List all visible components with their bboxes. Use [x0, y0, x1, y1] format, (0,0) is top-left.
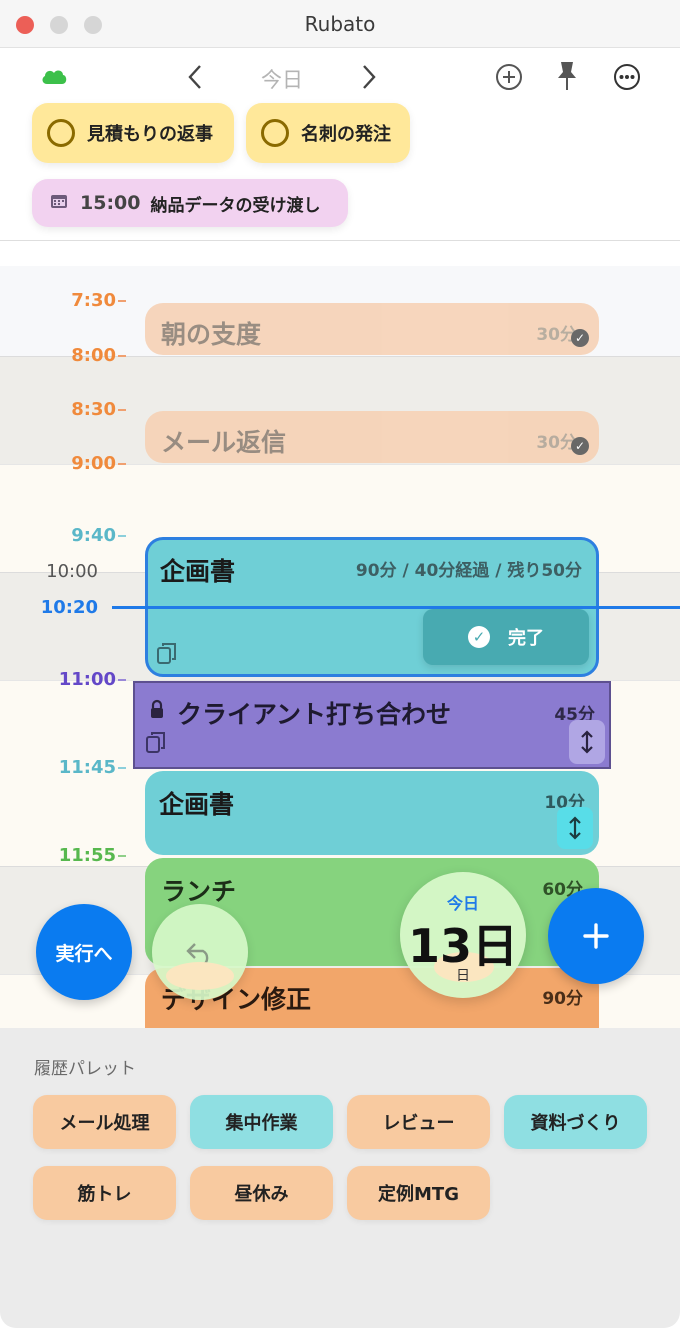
event-breakfast[interactable]: 朝の支度 30分 ✓ — [145, 303, 599, 355]
time-label: 7:30 — [71, 290, 116, 311]
completed-check-icon: ✓ — [571, 329, 589, 347]
event-title: 企画書 — [159, 790, 235, 819]
todo-chip[interactable]: 見積もりの返事 — [32, 103, 234, 163]
time-tick — [118, 855, 126, 857]
undo-button[interactable] — [152, 904, 248, 1000]
palette-item[interactable]: 資料づくり — [504, 1095, 647, 1149]
time-label: 9:40 — [71, 525, 116, 546]
palette-item[interactable]: メール処理 — [33, 1095, 176, 1149]
glow — [166, 962, 234, 990]
add-event-button[interactable] — [548, 888, 644, 984]
copy-icon[interactable] — [145, 731, 167, 759]
time-label: 10:00 — [46, 561, 98, 582]
window-title: Rubato — [304, 12, 376, 36]
time-label: 8:30 — [71, 399, 116, 420]
palette-item[interactable]: 筋トレ — [33, 1166, 176, 1220]
complete-button[interactable]: ✓ 完了 — [423, 609, 589, 665]
time-label: 11:55 — [58, 845, 116, 866]
palette-title: 履歴パレット — [34, 1059, 136, 1079]
todo-chip[interactable]: 名刺の発注 — [246, 103, 410, 163]
title-bar: Rubato — [0, 0, 680, 48]
todo-circle-icon[interactable] — [47, 119, 75, 147]
time-tick — [118, 355, 126, 357]
chevron-left-icon[interactable] — [186, 64, 204, 94]
resize-handle[interactable] — [569, 720, 605, 764]
check-circle-icon: ✓ — [468, 626, 490, 648]
time-tick — [118, 679, 126, 681]
event-duration: 90分 — [542, 989, 583, 1009]
scheduled-label: 納品データの受け渡し — [150, 195, 321, 216]
time-label: 8:00 — [71, 345, 116, 366]
todo-circle-icon[interactable] — [261, 119, 289, 147]
today-label[interactable]: 今日 — [232, 64, 332, 94]
cloud-sync-icon[interactable] — [40, 66, 68, 90]
event-plan[interactable]: 企画書 10分 — [145, 771, 599, 855]
event-client-meeting[interactable]: クライアント打ち合わせ 45分 — [133, 681, 611, 769]
add-circle-icon[interactable] — [495, 63, 523, 95]
lock-icon — [149, 699, 165, 723]
event-title: ランチ — [161, 877, 237, 906]
divider — [0, 240, 680, 241]
palette-item[interactable]: レビュー — [347, 1095, 490, 1149]
copy-icon[interactable] — [156, 642, 178, 670]
event-title: クライアント打ち合わせ — [177, 700, 452, 729]
pin-icon[interactable] — [554, 60, 580, 96]
date-button[interactable]: 今日 13日 日 — [400, 872, 526, 998]
chevron-right-icon[interactable] — [360, 64, 378, 94]
time-tick — [118, 535, 126, 537]
palette-item[interactable]: 定例MTG — [347, 1166, 490, 1220]
time-tick — [118, 300, 126, 302]
time-label: 11:45 — [58, 757, 116, 778]
todo-label: 名刺の発注 — [301, 124, 391, 145]
event-title: 企画書 — [160, 557, 236, 586]
complete-label: 完了 — [508, 628, 544, 649]
plus-icon — [582, 922, 610, 954]
completed-check-icon: ✓ — [571, 437, 589, 455]
current-time-label: 10:20 — [40, 597, 98, 618]
time-tick — [118, 767, 126, 769]
event-progress-status: 90分 / 40分経過 / 残り50分 — [355, 561, 582, 581]
run-button[interactable]: 実行へ — [36, 904, 132, 1000]
event-title: 朝の支度 — [161, 320, 262, 349]
time-label: 11:00 — [58, 669, 116, 690]
resize-handle[interactable] — [557, 807, 593, 849]
more-icon[interactable] — [613, 63, 641, 95]
current-time-line — [112, 606, 680, 609]
history-palette: 履歴パレット メール処理 集中作業 レビュー 資料づくり 筋トレ 昼休み 定例M… — [0, 1028, 680, 1328]
todo-label: 見積もりの返事 — [87, 124, 213, 145]
calendar-icon — [50, 193, 68, 213]
palette-item[interactable]: 集中作業 — [190, 1095, 333, 1149]
time-tick — [118, 463, 126, 465]
time-tick — [118, 409, 126, 411]
date-weekday: 日 — [456, 968, 470, 984]
time-label: 9:00 — [71, 453, 116, 474]
event-title: メール返信 — [161, 428, 287, 457]
scheduled-chip[interactable]: 15:00 納品データの受け渡し — [32, 179, 348, 227]
palette-item[interactable]: 昼休み — [190, 1166, 333, 1220]
scheduled-time: 15:00 — [80, 192, 141, 214]
event-mail[interactable]: メール返信 30分 ✓ — [145, 411, 599, 463]
